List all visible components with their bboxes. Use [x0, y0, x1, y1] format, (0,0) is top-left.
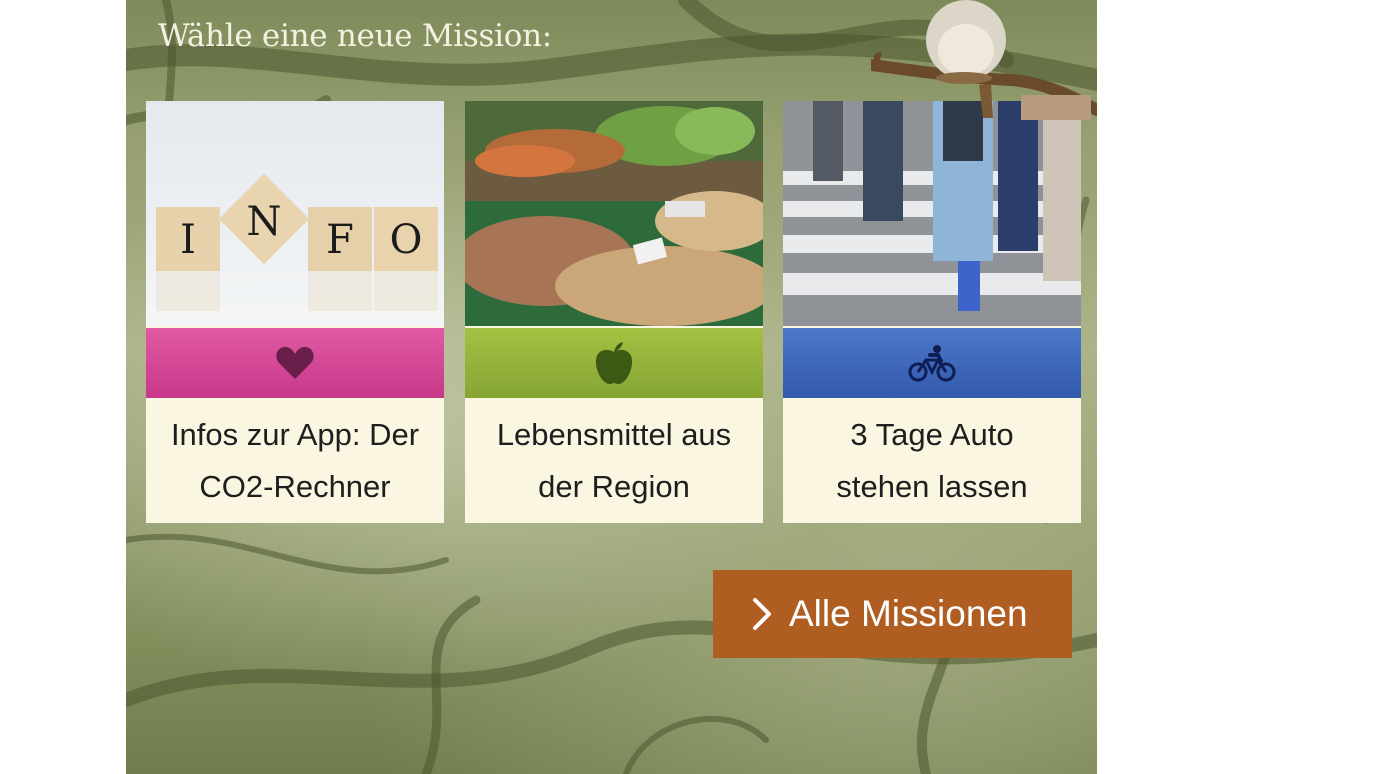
- chevron-right-icon: [753, 598, 771, 630]
- mission-title-line-1: 3 Tage Auto: [850, 416, 1014, 452]
- mission-card-regional-food[interactable]: Lebensmittel aus der Region: [465, 101, 763, 523]
- owl-mascot: [871, 0, 1097, 120]
- mission-title-line-2: CO2-Rechner: [199, 468, 391, 504]
- category-bar-pink: [146, 328, 444, 398]
- mission-card-title: Lebensmittel aus der Region: [465, 398, 763, 523]
- all-missions-label: Alle Missionen: [789, 593, 1028, 634]
- all-missions-button[interactable]: Alle Missionen: [713, 570, 1072, 658]
- apple-icon: [595, 342, 633, 385]
- mission-title-line-2: stehen lassen: [836, 468, 1028, 504]
- mission-card-app-info[interactable]: I N F O Infos zur App: Der CO2-Rechner: [146, 101, 444, 523]
- mission-title-line-2: der Region: [538, 468, 690, 504]
- category-bar-green: [465, 328, 763, 398]
- block-letter-f: F: [326, 217, 354, 263]
- block-letter-o: O: [390, 217, 423, 263]
- crosswalk-pedestrians-photo: [783, 101, 1081, 326]
- section-title: Wähle eine neue Mission:: [158, 18, 552, 54]
- block-letter-i: I: [180, 217, 196, 263]
- bicycle-icon: [908, 345, 956, 382]
- market-vegetables-photo: [465, 101, 763, 326]
- heart-icon: [276, 346, 314, 379]
- block-letter-n: N: [247, 199, 282, 245]
- mission-card-title: Infos zur App: Der CO2-Rechner: [146, 398, 444, 523]
- info-blocks-photo: I N F O: [146, 101, 444, 326]
- category-bar-blue: [783, 328, 1081, 398]
- mission-title-line-1: Infos zur App: Der: [170, 416, 420, 452]
- forest-background: Wähle eine neue Mission: I N F O Infos z…: [126, 0, 1097, 774]
- mission-card-no-car[interactable]: 3 Tage Auto stehen lassen: [783, 101, 1081, 523]
- mission-title-line-1: Lebensmittel aus: [496, 416, 732, 452]
- mission-card-title: 3 Tage Auto stehen lassen: [783, 398, 1081, 523]
